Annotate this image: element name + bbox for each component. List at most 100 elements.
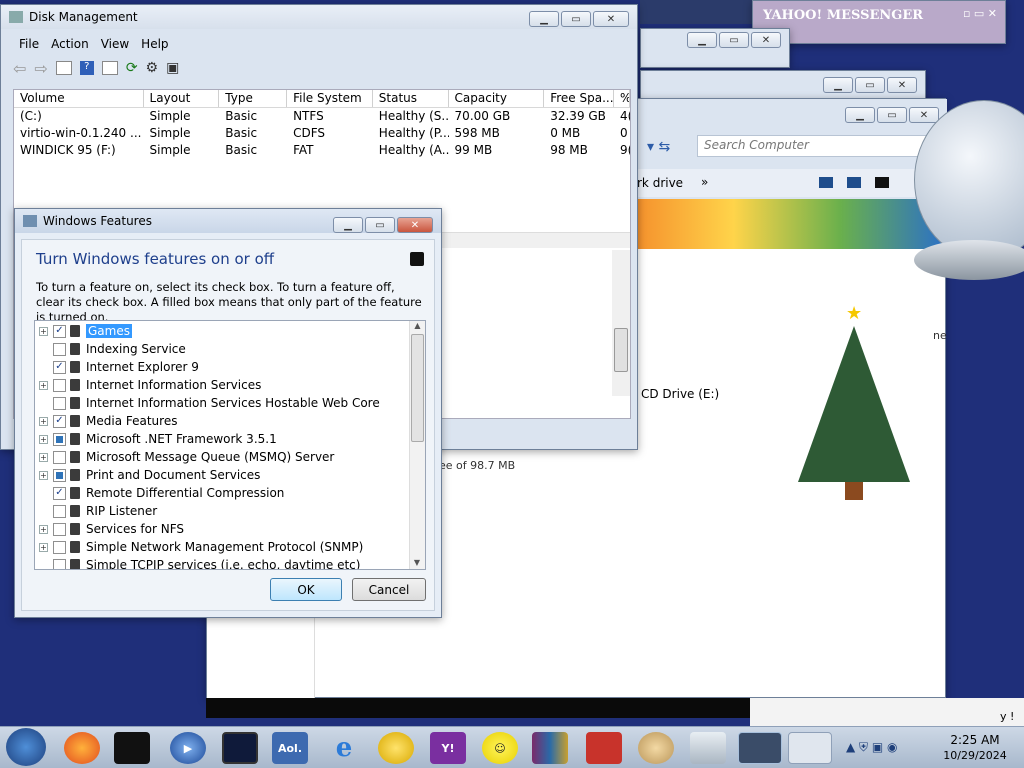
- properties-icon[interactable]: [101, 61, 118, 75]
- close-icon[interactable]: ✕: [593, 11, 629, 27]
- feature-item[interactable]: ✓ Remote Differential Compression: [39, 484, 421, 502]
- expand-plus-icon[interactable]: +: [39, 452, 48, 462]
- menu-view[interactable]: View: [101, 37, 141, 51]
- feature-item[interactable]: + Microsoft Message Queue (MSMQ) Server: [39, 448, 421, 466]
- feature-checkbox[interactable]: [53, 378, 66, 392]
- feature-item[interactable]: ✓ Internet Explorer 9: [39, 358, 421, 376]
- help-icon[interactable]: ?: [79, 61, 94, 75]
- scroll-thumb[interactable]: [614, 328, 628, 372]
- christmas-tree-gadget[interactable]: ★: [790, 305, 920, 506]
- close-icon[interactable]: ✕: [751, 32, 781, 48]
- scroll-thumb[interactable]: [411, 334, 424, 442]
- expand-plus-icon[interactable]: +: [39, 542, 48, 552]
- feature-checkbox[interactable]: [53, 558, 66, 569]
- maximize-icon[interactable]: ▭: [719, 32, 749, 48]
- feature-item[interactable]: + Simple Network Management Protocol (SNM…: [39, 538, 421, 556]
- smiley-gold-icon[interactable]: [378, 732, 414, 764]
- maximize-icon[interactable]: ▭: [877, 107, 907, 123]
- feature-checkbox[interactable]: [53, 396, 66, 410]
- expand-plus-icon[interactable]: +: [39, 470, 48, 480]
- active-monitor-icon[interactable]: [738, 732, 782, 764]
- console-tree-icon[interactable]: [55, 61, 72, 75]
- scroll-up-arrow-icon[interactable]: ▲: [410, 321, 425, 330]
- feature-item[interactable]: + Print and Document Services: [39, 466, 421, 484]
- feature-tree-scrollbar[interactable]: ▲ ▼: [409, 321, 425, 569]
- map-network-drive-button[interactable]: rk drive: [637, 176, 683, 190]
- menu-action[interactable]: Action: [51, 37, 101, 51]
- maximize-icon[interactable]: ▭: [561, 11, 591, 27]
- col-free-space[interactable]: Free Spa...: [544, 90, 614, 107]
- minimize-icon[interactable]: ▁: [529, 11, 559, 27]
- col-layout[interactable]: Layout: [144, 90, 220, 107]
- background-window-1[interactable]: ▁ ▭ ✕: [640, 28, 790, 68]
- col-percent[interactable]: %: [614, 90, 630, 107]
- volume-row[interactable]: WINDICK 95 (F:) Simple Basic FAT Healthy (A.…: [14, 142, 630, 159]
- cancel-button[interactable]: Cancel: [352, 578, 426, 601]
- settings-icon[interactable]: ⚙: [146, 60, 159, 76]
- tray-icons[interactable]: ▲ ⛨ ▣ ◉: [846, 740, 897, 755]
- expand-plus-icon[interactable]: +: [39, 380, 48, 390]
- view-icons[interactable]: [819, 177, 889, 188]
- feature-checkbox[interactable]: [53, 504, 66, 518]
- feature-item[interactable]: Simple TCPIP services (i.e. echo, daytim…: [39, 556, 421, 569]
- back-forward-arrows[interactable]: ▾ ⇆: [647, 139, 670, 155]
- yahoo-messenger-icon[interactable]: Y!: [430, 732, 466, 764]
- volume-row[interactable]: (C:) Simple Basic NTFS Healthy (S... 70.00 GB…: [14, 108, 630, 125]
- close-icon[interactable]: ✕: [887, 77, 917, 93]
- minimize-icon[interactable]: ▁: [823, 77, 853, 93]
- maximize-icon[interactable]: ▭: [365, 217, 395, 233]
- internet-explorer-icon[interactable]: e: [326, 732, 362, 764]
- col-type[interactable]: Type: [219, 90, 288, 107]
- forward-arrow-icon[interactable]: ⇨: [34, 59, 47, 78]
- monitor-app-icon[interactable]: [222, 732, 258, 764]
- col-capacity[interactable]: Capacity: [449, 90, 545, 107]
- feature-checkbox[interactable]: [53, 468, 66, 482]
- help-icon[interactable]: [410, 252, 424, 266]
- feature-checkbox[interactable]: ✓: [53, 486, 66, 500]
- search-input[interactable]: Search Computer: [697, 135, 937, 157]
- feature-item[interactable]: + ✓ Media Features: [39, 412, 421, 430]
- paint-palette-icon[interactable]: [638, 732, 674, 764]
- cd-drive-label[interactable]: CD Drive (E:): [641, 387, 719, 401]
- firefox-icon[interactable]: [64, 732, 100, 764]
- refresh-icon[interactable]: ⟳: [126, 60, 138, 76]
- feature-checkbox[interactable]: [53, 540, 66, 554]
- feature-item[interactable]: Indexing Service: [39, 340, 421, 358]
- aol-icon[interactable]: Aol.: [272, 732, 308, 764]
- smiley-yellow-icon[interactable]: ☺: [482, 732, 518, 764]
- feature-item[interactable]: + Services for NFS: [39, 520, 421, 538]
- feature-checkbox[interactable]: [53, 432, 66, 446]
- computer-management-icon[interactable]: [788, 732, 832, 764]
- col-volume[interactable]: Volume: [14, 90, 144, 107]
- winrar-icon[interactable]: [532, 732, 568, 764]
- rescan-icon[interactable]: ▣: [166, 60, 179, 76]
- col-status[interactable]: Status: [373, 90, 449, 107]
- vertical-scrollbar[interactable]: [612, 250, 630, 396]
- ok-button[interactable]: OK: [270, 578, 342, 601]
- feature-item[interactable]: Internet Information Services Hostable W…: [39, 394, 421, 412]
- feature-checkbox[interactable]: ✓: [53, 360, 66, 374]
- close-icon[interactable]: ✕: [397, 217, 433, 233]
- minimize-icon[interactable]: ▁: [333, 217, 363, 233]
- feature-checkbox[interactable]: [53, 342, 66, 356]
- black-box-app-icon[interactable]: [114, 732, 150, 764]
- maximize-icon[interactable]: ▭: [855, 77, 885, 93]
- expand-plus-icon[interactable]: +: [39, 434, 48, 444]
- recycle-bin-icon[interactable]: [690, 732, 726, 764]
- toolbox-icon[interactable]: [586, 732, 622, 764]
- clock[interactable]: 2:25 AM 10/29/2024: [940, 732, 1010, 764]
- col-filesystem[interactable]: File System: [287, 90, 373, 107]
- windows-features-dialog[interactable]: Windows Features ▁ ▭ ✕ Turn Windows feat…: [14, 208, 442, 618]
- feature-item[interactable]: RIP Listener: [39, 502, 421, 520]
- feature-item[interactable]: + ✓ Games: [39, 322, 421, 340]
- feature-item[interactable]: + Internet Information Services: [39, 376, 421, 394]
- menu-help[interactable]: Help: [141, 37, 180, 51]
- start-button[interactable]: [6, 728, 46, 766]
- minimize-icon[interactable]: ▁: [687, 32, 717, 48]
- feature-checkbox[interactable]: ✓: [53, 414, 66, 428]
- horizontal-scrollbar[interactable]: [442, 232, 630, 248]
- more-chevron-icon[interactable]: »: [701, 175, 708, 189]
- expand-plus-icon[interactable]: +: [39, 416, 48, 426]
- scroll-down-arrow-icon[interactable]: ▼: [410, 558, 424, 567]
- snow-globe-gadget[interactable]: [914, 100, 1024, 296]
